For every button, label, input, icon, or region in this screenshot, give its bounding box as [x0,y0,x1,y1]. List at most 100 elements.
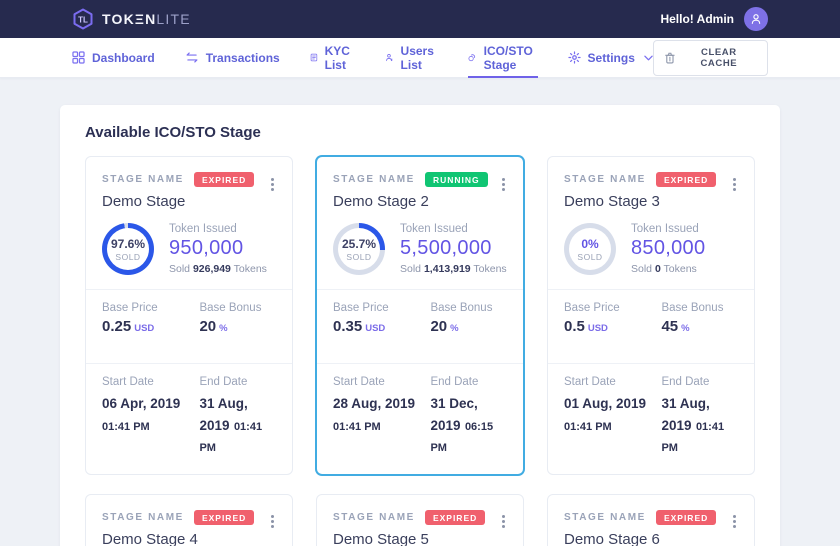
nav-item-ico-sto-stage[interactable]: ICO/STO Stage [468,38,537,78]
start-date-label: Start Date [333,376,430,388]
stage-card: STAGE NAME EXPIRED Demo Stage 6 0% SOLD … [547,494,755,546]
content-area: Available ICO/STO Stage STAGE NAME EXPIR… [0,78,840,546]
status-badge: EXPIRED [425,510,485,525]
greeting-text: Hello! Admin [660,12,734,26]
base-price-label: Base Price [564,302,661,314]
end-date-value: 31 Dec, 2019 06:15 PM [430,393,507,458]
base-price-value: 0.25USD [102,318,199,335]
stage-title: Demo Stage 3 [564,193,738,210]
card-header: STAGE NAME EXPIRED Demo Stage 4 [86,495,292,546]
clear-cache-button[interactable]: CLEAR CACHE [653,40,768,76]
stage-card-grid: STAGE NAME EXPIRED Demo Stage 97.6% SOLD… [60,156,780,546]
nav-item-transactions[interactable]: Transactions [185,38,280,78]
base-bonus-value: 45% [661,318,738,335]
base-price-label: Base Price [102,302,199,314]
status-badge: EXPIRED [656,510,716,525]
sold-caption: SOLD [577,252,602,262]
svg-text:TL: TL [78,16,88,25]
status-badge: EXPIRED [194,510,254,525]
kebab-menu-icon[interactable] [728,176,740,192]
nav-label: ICO/STO Stage [484,44,538,72]
token-issued-value: 5,500,000 [400,237,507,260]
sold-amount: 0 [655,263,661,275]
card-body: 0% SOLD Token Issued 850,000 Sold 0 Toke… [548,210,754,275]
nav-label: Dashboard [92,51,155,65]
token-issued-label: Token Issued [631,223,705,235]
card-header: STAGE NAME RUNNING Demo Stage 2 [317,157,523,210]
nav-label: Users List [401,44,439,72]
start-date-label: Start Date [102,376,199,388]
nav-item-dashboard[interactable]: Dashboard [72,38,155,78]
kebab-menu-icon[interactable] [497,514,509,530]
card-header: STAGE NAME EXPIRED Demo Stage [86,157,292,210]
nav-item-settings[interactable]: Settings [568,38,653,78]
start-date-value: 06 Apr, 2019 01:41 PM [102,393,199,436]
end-date-label: End Date [661,376,738,388]
start-date-value: 28 Aug, 2019 01:41 PM [333,393,430,436]
token-issued-value: 950,000 [169,237,267,260]
person-icon [749,12,763,26]
sold-prefix: Sold [169,263,190,275]
usd-unit: USD [588,323,608,334]
coins-icon [468,51,476,64]
card-header: STAGE NAME EXPIRED Demo Stage 5 [317,495,523,546]
progress-ring: 25.7% SOLD [333,223,385,275]
stage-name-label: STAGE NAME [333,512,415,523]
hexagon-logo-icon: TL [72,8,94,30]
kebab-menu-icon[interactable] [497,176,509,192]
kebab-menu-icon[interactable] [728,514,740,530]
tokens-suffix: Tokens [664,263,697,275]
page-title: Available ICO/STO Stage [60,105,780,156]
nav-item-users-list[interactable]: Users List [385,38,438,78]
user-avatar[interactable] [744,7,768,31]
card-header: STAGE NAME EXPIRED Demo Stage 3 [548,157,754,210]
stage-title: Demo Stage [102,193,276,210]
sold-caption: SOLD [346,252,371,262]
nav-label: Transactions [206,51,280,65]
stage-name-label: STAGE NAME [102,512,184,523]
card-header: STAGE NAME EXPIRED Demo Stage 6 [548,495,754,546]
price-bonus-row: Base Price 0.5USD Base Bonus 45% [548,289,754,349]
sold-amount: 926,949 [193,263,231,275]
swap-arrows-icon [185,51,199,64]
sold-tokens-line: Sold 1,413,919 Tokens [400,263,507,275]
token-issued-label: Token Issued [400,223,507,235]
sold-prefix: Sold [400,263,421,275]
stage-card: STAGE NAME EXPIRED Demo Stage 5 0% SOLD … [316,494,524,546]
dates-row: Start Date 06 Apr, 2019 01:41 PM End Dat… [86,363,292,474]
stage-card: STAGE NAME EXPIRED Demo Stage 4 0% SOLD … [85,494,293,546]
price-bonus-row: Base Price 0.35USD Base Bonus 20% [317,289,523,349]
tokens-suffix: Tokens [473,263,506,275]
base-bonus-label: Base Bonus [661,302,738,314]
percent-unit: % [219,323,227,334]
progress-ring: 97.6% SOLD [102,223,154,275]
dates-row: Start Date 01 Aug, 2019 01:41 PM End Dat… [548,363,754,474]
status-badge: EXPIRED [194,172,254,187]
token-issued-value: 850,000 [631,237,705,260]
stage-card: STAGE NAME EXPIRED Demo Stage 97.6% SOLD… [85,156,293,475]
stages-panel: Available ICO/STO Stage STAGE NAME EXPIR… [60,105,780,546]
nav-label: KYC List [325,44,355,72]
token-issued-label: Token Issued [169,223,267,235]
base-price-value: 0.5USD [564,318,661,335]
progress-percent: 25.7% [342,237,376,251]
kebab-menu-icon[interactable] [266,514,278,530]
nav-item-kyc-list[interactable]: KYC List [310,38,355,78]
stage-title: Demo Stage 5 [333,531,507,546]
kebab-menu-icon[interactable] [266,176,278,192]
dashboard-grid-icon [72,51,85,64]
base-bonus-value: 20% [430,318,507,335]
stage-card: STAGE NAME RUNNING Demo Stage 2 25.7% SO… [316,156,524,475]
usd-unit: USD [365,323,385,334]
nav-label: Settings [588,51,635,65]
end-date-label: End Date [430,376,507,388]
stage-title: Demo Stage 4 [102,531,276,546]
end-date-value: 31 Aug, 2019 01:41 PM [661,393,738,458]
progress-percent: 97.6% [111,237,145,251]
sold-tokens-line: Sold 0 Tokens [631,263,705,275]
price-bonus-row: Base Price 0.25USD Base Bonus 20% [86,289,292,349]
stage-card: STAGE NAME EXPIRED Demo Stage 3 0% SOLD … [547,156,755,475]
brand-name: TOKΞNLITE [102,11,191,27]
stage-name-label: STAGE NAME [333,174,415,185]
percent-unit: % [450,323,458,334]
